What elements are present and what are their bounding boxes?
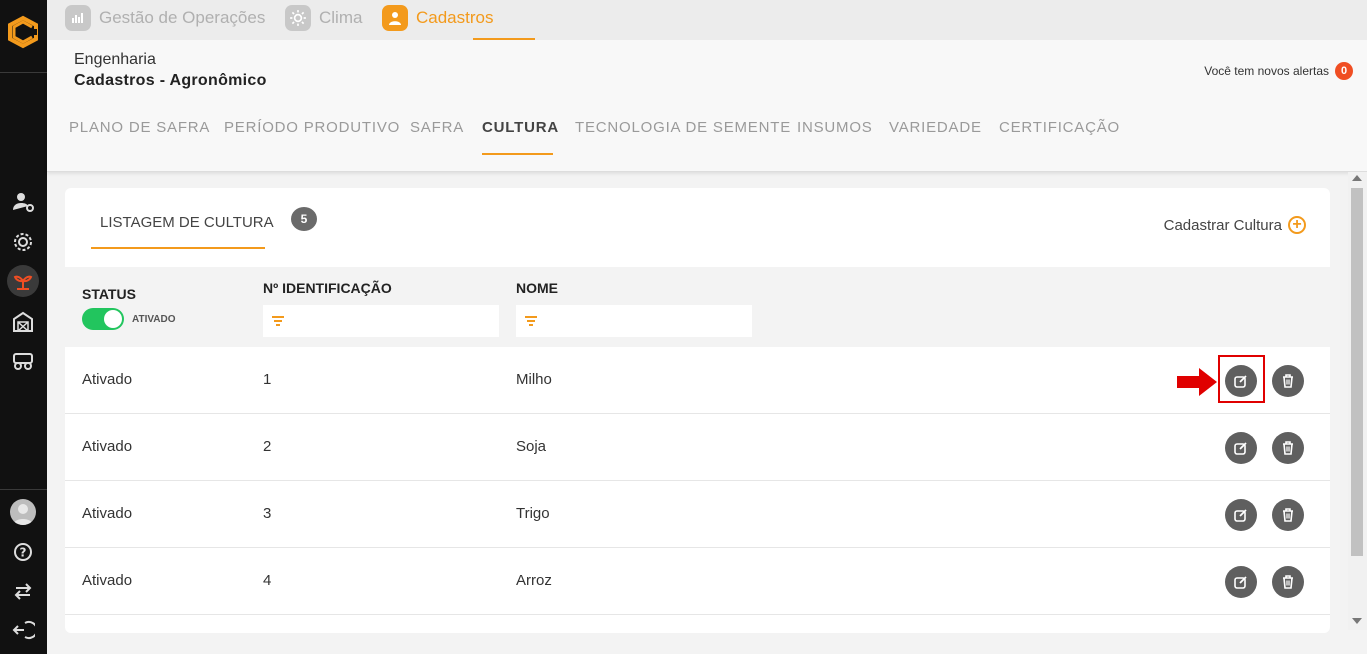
edit-icon — [1234, 375, 1247, 388]
trash-icon — [1283, 508, 1293, 522]
trash-icon — [1283, 575, 1293, 589]
record-count-badge: 5 — [291, 207, 317, 231]
tab-variedade[interactable]: VARIEDADE — [889, 119, 982, 136]
tab-plano-de-safra[interactable]: PLANO DE SAFRA — [69, 119, 210, 136]
chart-hand-icon — [65, 5, 91, 31]
column-header-status: STATUS — [82, 286, 136, 302]
scrollbar-thumb[interactable] — [1351, 188, 1363, 556]
cell-id: 1 — [263, 371, 272, 388]
tab-tecnologia-de-semente[interactable]: TECNOLOGIA DE SEMENTE — [575, 119, 791, 136]
cell-name: Trigo — [516, 505, 550, 522]
app-tab-clima[interactable]: Clima — [285, 4, 362, 32]
column-header-name: NOME — [516, 280, 558, 296]
trash-icon — [1283, 441, 1293, 455]
name-filter-input[interactable] — [516, 305, 752, 337]
page-title: Cadastros - Agronômico — [74, 72, 267, 89]
barn-icon[interactable] — [8, 307, 38, 337]
column-header-id: Nº IDENTIFICAÇÃO — [263, 280, 392, 296]
breadcrumb[interactable]: Engenharia — [74, 51, 156, 69]
cell-name: Arroz — [516, 572, 552, 589]
cell-id: 2 — [263, 438, 272, 455]
status-toggle-label: ATIVADO — [132, 314, 176, 325]
trash-icon — [1283, 374, 1293, 388]
alerts-notice[interactable]: Você tem novos alertas 0 — [1204, 62, 1353, 80]
pointer-arrow-icon — [1177, 368, 1217, 396]
table-row: Ativado 3 Trigo — [65, 481, 1330, 548]
sidebar-divider — [0, 489, 47, 490]
delete-button[interactable] — [1272, 432, 1304, 464]
logout-icon[interactable] — [8, 615, 38, 645]
sidebar-divider — [0, 72, 47, 73]
app-tab-gestao[interactable]: Gestão de Operações — [65, 4, 265, 32]
delete-button[interactable] — [1272, 499, 1304, 531]
delete-button[interactable] — [1272, 365, 1304, 397]
tab-safra[interactable]: SAFRA — [410, 119, 464, 136]
status-toggle[interactable] — [82, 308, 124, 330]
delete-button[interactable] — [1272, 566, 1304, 598]
scroll-down-arrow-icon[interactable] — [1352, 618, 1362, 624]
tab-insumos[interactable]: INSUMOS — [797, 119, 873, 136]
tab-listagem-de-cultura[interactable]: LISTAGEM DE CULTURA — [100, 214, 274, 231]
table-header: STATUS ATIVADO Nº IDENTIFICAÇÃO NOME — [65, 267, 1330, 347]
table-row: Ativado 1 Milho — [65, 347, 1330, 414]
edit-button[interactable] — [1225, 432, 1257, 464]
edit-button[interactable] — [1225, 365, 1257, 397]
edit-button[interactable] — [1225, 499, 1257, 531]
avatar[interactable] — [10, 499, 36, 525]
app-logo-icon[interactable] — [6, 15, 40, 49]
cell-id: 3 — [263, 505, 272, 522]
cell-name: Milho — [516, 371, 552, 388]
edit-button[interactable] — [1225, 566, 1257, 598]
toggle-knob — [104, 310, 122, 328]
page-header: Engenharia Cadastros - Agronômico Você t… — [47, 40, 1367, 172]
tab-cultura[interactable]: CULTURA — [482, 119, 559, 136]
active-tab-indicator — [482, 153, 553, 155]
id-filter-input[interactable] — [263, 305, 499, 337]
edit-icon — [1234, 442, 1247, 455]
crop-icon[interactable] — [7, 265, 39, 297]
cell-status: Ativado — [82, 438, 133, 455]
edit-icon — [1234, 576, 1247, 589]
app-tab-label: Gestão de Operações — [99, 8, 266, 27]
tractor-icon[interactable] — [8, 345, 38, 375]
table-row: Ativado 2 Soja — [65, 414, 1330, 481]
tab-periodo-produtivo[interactable]: PERÍODO PRODUTIVO — [224, 119, 400, 136]
cell-name: Soja — [516, 438, 547, 455]
cell-status: Ativado — [82, 371, 133, 388]
svg-text:?: ? — [20, 546, 27, 560]
add-culture-label: Cadastrar Cultura — [1163, 216, 1282, 234]
cell-status: Ativado — [82, 572, 133, 589]
swap-icon[interactable] — [8, 576, 38, 606]
sidebar: ? — [0, 0, 47, 654]
filter-icon — [525, 316, 537, 326]
sun-icon — [285, 5, 311, 31]
add-culture-button[interactable]: Cadastrar Cultura + — [1164, 216, 1306, 234]
app-tabs-bar: Gestão de Operações Clima Cadastros — [47, 0, 1367, 40]
app-tab-label: Cadastros — [416, 8, 494, 27]
table-row: Ativado 4 Arroz — [65, 548, 1330, 615]
card-tab-indicator — [91, 247, 265, 249]
alerts-count-badge: 0 — [1335, 62, 1353, 80]
help-icon[interactable]: ? — [8, 537, 38, 567]
app-tab-cadastros[interactable]: Cadastros — [382, 4, 493, 32]
cell-status: Ativado — [82, 505, 133, 522]
user-settings-icon[interactable] — [8, 187, 38, 217]
app-tab-label: Clima — [319, 8, 363, 27]
filter-icon — [272, 316, 284, 326]
edit-icon — [1234, 509, 1247, 522]
tab-certificacao[interactable]: CERTIFICAÇÃO — [999, 119, 1120, 136]
gear-target-icon[interactable] — [8, 227, 38, 257]
scroll-up-arrow-icon[interactable] — [1352, 175, 1362, 181]
plus-circle-icon: + — [1288, 216, 1306, 234]
cell-id: 4 — [263, 572, 272, 589]
culture-list-card: LISTAGEM DE CULTURA 5 Cadastrar Cultura … — [65, 188, 1330, 633]
user-icon — [382, 5, 408, 31]
alerts-label: Você tem novos alertas — [1204, 64, 1329, 78]
